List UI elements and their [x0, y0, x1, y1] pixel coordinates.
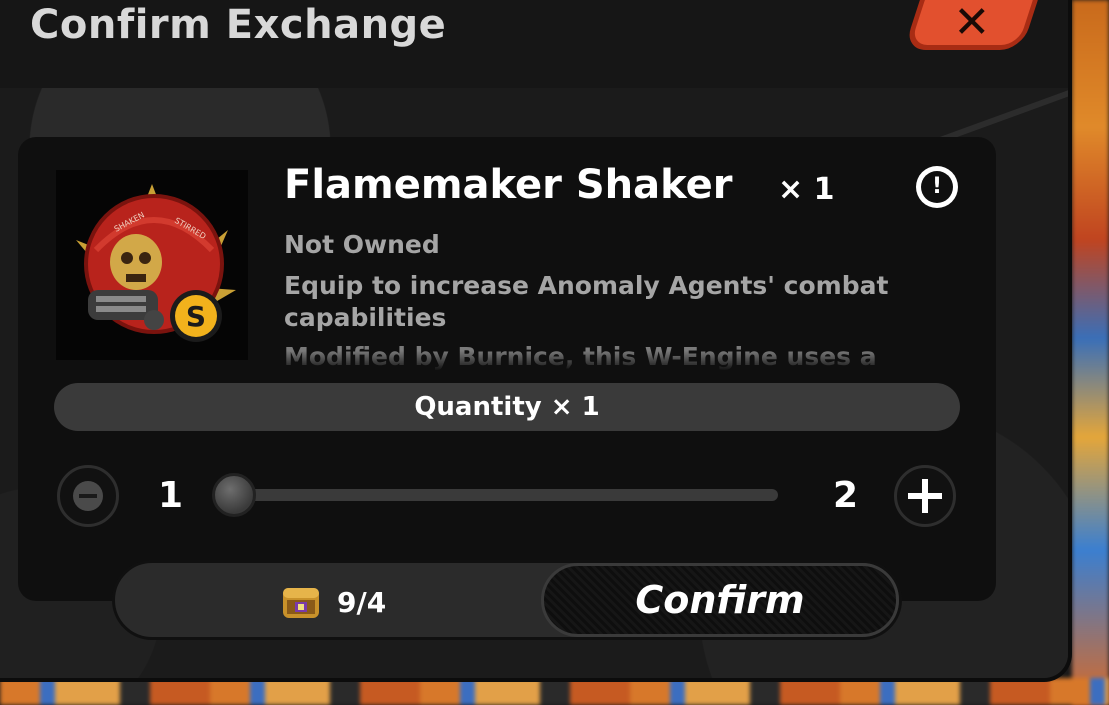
- dialog-title: Confirm Exchange: [30, 2, 447, 48]
- rank-badge: S: [186, 300, 206, 333]
- plus-icon: [908, 479, 942, 513]
- confirm-label: Confirm: [635, 578, 805, 622]
- close-icon: ✕: [952, 0, 990, 48]
- cost-amount: 9/4: [337, 585, 387, 619]
- item-count: × 1: [778, 172, 835, 207]
- slider-max-value: 2: [833, 475, 859, 516]
- minus-icon: [73, 481, 103, 511]
- close-button[interactable]: ✕: [903, 0, 1045, 50]
- quantity-label: Quantity × 1: [54, 383, 960, 431]
- w-engine-icon: SHAKEN STIRRED S: [76, 184, 236, 342]
- cost-display: 9/4: [277, 578, 386, 626]
- slider-min-value: 1: [158, 475, 184, 516]
- increase-button[interactable]: [894, 465, 956, 527]
- background-world-right: [1072, 0, 1109, 705]
- item-description: Equip to increase Anomaly Agents' combat…: [284, 271, 889, 332]
- info-icon: !: [921, 171, 953, 203]
- confirm-row: 9/4 Confirm: [112, 560, 902, 640]
- exchange-dialog: Confirm Exchange ✕ SHAKEN STIRRED S Flam…: [0, 0, 1072, 682]
- item-lore-container[interactable]: Modified by Burnice, this W-Engine uses …: [284, 342, 964, 372]
- ownership-status: Not Owned: [284, 230, 440, 259]
- info-button[interactable]: !: [916, 166, 958, 208]
- item-image-frame[interactable]: SHAKEN STIRRED S: [56, 170, 248, 360]
- currency-chest-icon: [283, 588, 319, 618]
- item-name: Flamemaker Shaker: [284, 162, 733, 208]
- quantity-slider[interactable]: [212, 473, 778, 517]
- confirm-button[interactable]: Confirm: [541, 563, 899, 637]
- decrease-button[interactable]: [57, 465, 119, 527]
- item-lore: Modified by Burnice, this W-Engine uses …: [284, 342, 877, 371]
- background-world-bottom: [0, 678, 1109, 705]
- slider-thumb[interactable]: [212, 473, 256, 517]
